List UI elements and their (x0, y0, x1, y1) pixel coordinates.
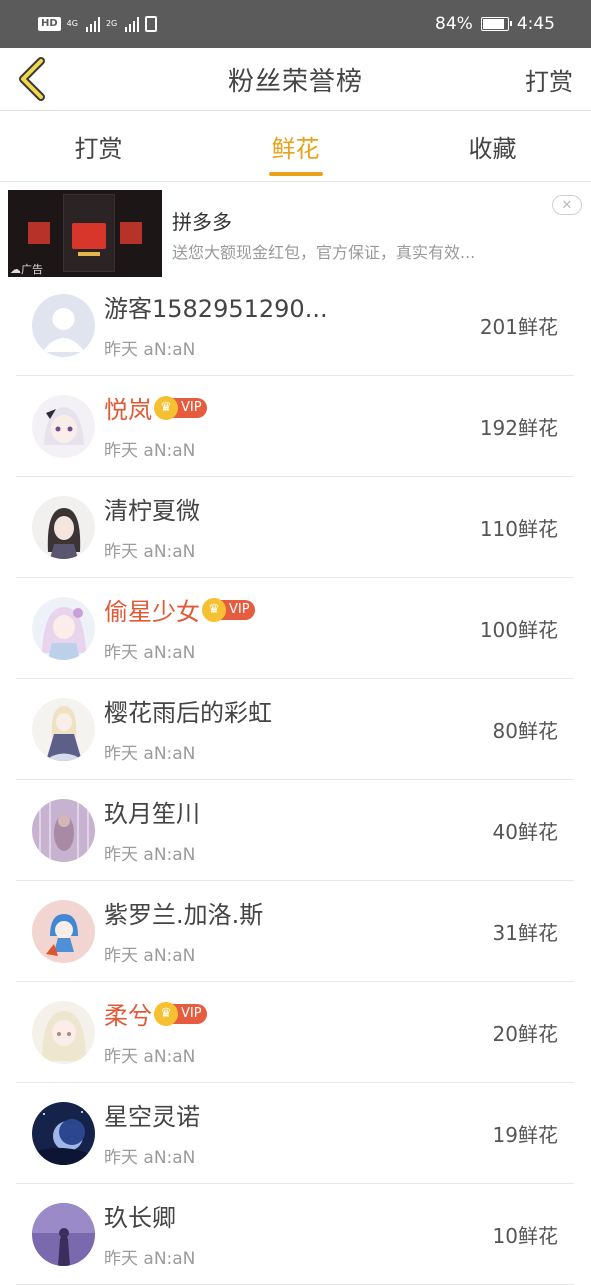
flower-count: 192鲜花 (479, 416, 558, 440)
vip-badge: ♛ VIP (154, 395, 207, 420)
status-right: 84% 4:45 (435, 14, 555, 34)
clock: 4:45 (516, 14, 555, 34)
avatar[interactable] (32, 698, 95, 761)
tab-flowers[interactable]: 鲜花 (197, 111, 394, 181)
user-name: 柔兮 ♛ VIP (104, 996, 207, 1031)
ad-thumb-gold-bar (78, 252, 100, 256)
chevron-left-icon (19, 57, 45, 101)
status-bar: HD 4G 2G 84% 4:45 (0, 0, 591, 48)
user-name: 清柠夏微 (104, 497, 200, 525)
ad-thumb-card (63, 194, 115, 272)
list-item[interactable]: 柔兮 ♛ VIP 昨天 aN:aN 20鲜花 (16, 982, 574, 1083)
flower-count: 10鲜花 (492, 1224, 558, 1248)
time-label: 昨天 aN:aN (104, 1047, 196, 1067)
reward-button[interactable]: 打赏 (525, 62, 573, 97)
avatar[interactable] (32, 1001, 95, 1064)
flower-count: 201鲜花 (479, 315, 558, 339)
hd-icon: HD (38, 17, 61, 31)
crown-icon: ♛ (202, 597, 226, 622)
time-label: 昨天 aN:aN (104, 542, 196, 562)
signal-icon-2 (125, 16, 140, 32)
tab-collect[interactable]: 收藏 (394, 111, 591, 181)
time-label: 昨天 aN:aN (104, 1148, 196, 1168)
list-item[interactable]: 樱花雨后的彩虹 昨天 aN:aN 80鲜花 (16, 679, 574, 780)
ad-close-button[interactable]: ✕ (552, 195, 582, 215)
user-name: 玖月笙川 (104, 800, 200, 828)
user-name: 樱花雨后的彩虹 (104, 699, 272, 727)
flower-count: 20鲜花 (492, 1022, 558, 1046)
vip-badge: ♛ VIP (202, 597, 255, 622)
user-name: 悦岚 ♛ VIP (104, 390, 207, 425)
network-2g-label: 2G (105, 19, 118, 28)
time-label: 昨天 aN:aN (104, 744, 196, 764)
vibrate-icon (145, 16, 158, 32)
battery-icon (480, 17, 512, 31)
network-4g-label: 4G (66, 19, 78, 28)
flower-count: 110鲜花 (479, 517, 558, 541)
crown-icon: ♛ (154, 1001, 178, 1026)
fan-ranking-list: 游客1582951290... 昨天 aN:aN 201鲜花 悦岚 ♛ VIP 昨… (0, 275, 591, 1285)
list-item[interactable]: 偷星少女 ♛ VIP 昨天 aN:aN 100鲜花 (16, 578, 574, 679)
user-name: 游客1582951290... (104, 295, 328, 323)
tab-bar: 打赏 鲜花 收藏 (0, 111, 591, 182)
flower-count: 80鲜花 (492, 719, 558, 743)
list-item[interactable]: 游客1582951290... 昨天 aN:aN 201鲜花 (16, 275, 574, 376)
time-label: 昨天 aN:aN (104, 845, 196, 865)
status-left: HD 4G 2G (38, 16, 158, 32)
avatar[interactable] (32, 496, 95, 559)
flower-count: 19鲜花 (492, 1123, 558, 1147)
back-button[interactable] (14, 57, 50, 101)
tab-reward[interactable]: 打赏 (0, 111, 197, 181)
close-icon: ✕ (561, 197, 573, 213)
ad-banner[interactable]: ☁广告 拼多多 送您大额现金红包，官方保证，真实有效... ✕ (0, 190, 591, 280)
time-label: 昨天 aN:aN (104, 441, 196, 461)
list-item[interactable]: 悦岚 ♛ VIP 昨天 aN:aN 192鲜花 (16, 376, 574, 477)
flower-count: 40鲜花 (492, 820, 558, 844)
avatar[interactable] (32, 597, 95, 660)
red-envelope-icon (72, 223, 106, 249)
ad-title[interactable]: 拼多多 (172, 206, 232, 235)
vip-badge: ♛ VIP (154, 1001, 207, 1026)
avatar[interactable] (32, 799, 95, 862)
battery-percent: 84% (435, 14, 473, 34)
avatar[interactable] (32, 395, 95, 458)
list-item[interactable]: 紫罗兰.加洛.斯 昨天 aN:aN 31鲜花 (16, 881, 574, 982)
list-item[interactable]: 玖月笙川 昨天 aN:aN 40鲜花 (16, 780, 574, 881)
flower-count: 31鲜花 (492, 921, 558, 945)
nav-bar: 粉丝荣誉榜 打赏 (0, 48, 591, 111)
flower-count: 100鲜花 (479, 618, 558, 642)
ad-thumbnail[interactable]: ☁广告 (8, 190, 162, 277)
user-name: 紫罗兰.加洛.斯 (104, 901, 264, 929)
avatar[interactable] (32, 294, 95, 357)
page-title: 粉丝荣誉榜 (227, 66, 363, 97)
user-name: 玖长卿 (104, 1204, 176, 1232)
ad-description[interactable]: 送您大额现金红包，官方保证，真实有效... (172, 239, 552, 263)
ad-thumb-decor-left (28, 222, 50, 244)
crown-icon: ♛ (154, 395, 178, 420)
list-item[interactable]: 清柠夏微 昨天 aN:aN 110鲜花 (16, 477, 574, 578)
signal-icon (85, 16, 100, 32)
user-name: 偷星少女 ♛ VIP (104, 592, 255, 627)
ad-thumb-decor-right (120, 222, 142, 244)
list-item[interactable]: 玖长卿 昨天 aN:aN 10鲜花 (16, 1184, 574, 1285)
user-name: 星空灵诺 (104, 1103, 200, 1131)
time-label: 昨天 aN:aN (104, 340, 196, 360)
list-item[interactable]: 星空灵诺 昨天 aN:aN 19鲜花 (16, 1083, 574, 1184)
time-label: 昨天 aN:aN (104, 643, 196, 663)
avatar[interactable] (32, 1102, 95, 1165)
time-label: 昨天 aN:aN (104, 1249, 196, 1269)
time-label: 昨天 aN:aN (104, 946, 196, 966)
avatar[interactable] (32, 900, 95, 963)
avatar[interactable] (32, 1203, 95, 1266)
